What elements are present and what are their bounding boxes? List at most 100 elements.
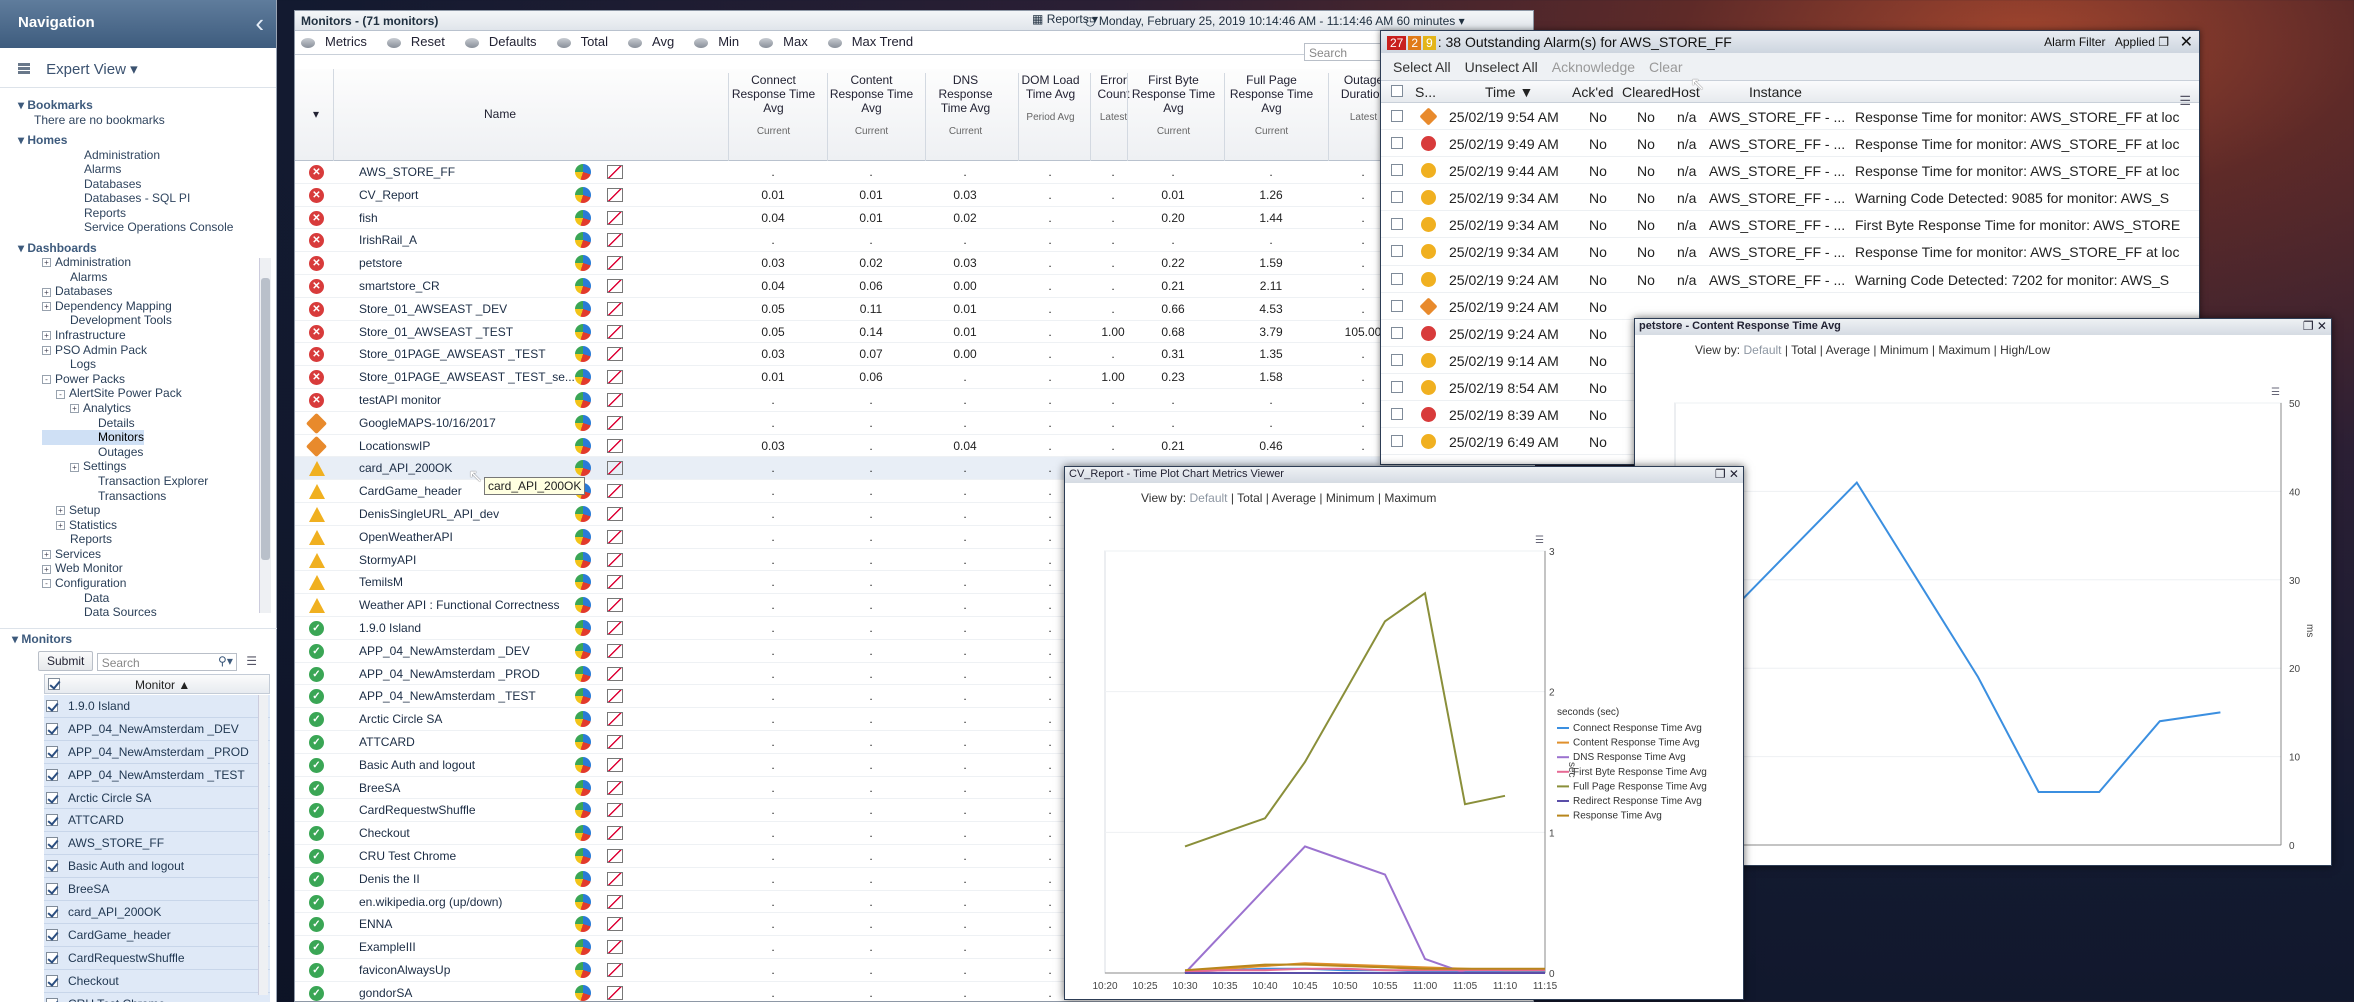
globe-icon[interactable] (575, 528, 591, 545)
tree-item[interactable]: + Dependency Mapping (42, 299, 276, 314)
monitor-checkbox[interactable] (46, 768, 58, 781)
alarm-row[interactable]: 25/02/19 9:24 AM No No n/a AWS_STORE_FF - ..… (1381, 266, 2199, 293)
monitor-name[interactable]: GoogleMAPS-10/16/2017 (359, 416, 496, 430)
alarm-select-all-checkbox[interactable] (1391, 85, 1403, 97)
monitor-list-item[interactable]: Basic Auth and logout (44, 855, 270, 879)
alarm-checkbox[interactable] (1391, 380, 1403, 393)
monitor-name[interactable]: Weather API : Functional Correctness (359, 598, 560, 612)
expand-toggle-icon[interactable]: + (42, 564, 51, 574)
alarm-filter-label[interactable]: Alarm Filter (2044, 35, 2105, 49)
tree-item[interactable]: Alarms (42, 270, 276, 285)
chart-icon[interactable] (607, 826, 623, 841)
monitor-checkbox[interactable] (46, 745, 58, 758)
submit-button[interactable]: Submit (38, 651, 94, 671)
alarm-options-icon[interactable]: ☰ (2179, 93, 2191, 109)
monitor-checkbox[interactable] (46, 928, 58, 941)
column-header-name[interactable]: Name (395, 107, 605, 121)
tree-item[interactable]: Logs (42, 357, 276, 372)
expand-toggle-icon[interactable]: + (42, 550, 51, 560)
alarm-select-all-button[interactable]: Select All (1393, 59, 1451, 75)
globe-icon[interactable] (575, 323, 591, 340)
monitor-name[interactable]: Store_01PAGE_AWSEAST _TEST_se... (359, 370, 575, 384)
monitor-list-item[interactable]: APP_04_NewAmsterdam _TEST (44, 763, 270, 787)
globe-icon[interactable] (575, 893, 591, 910)
chart-icon[interactable] (607, 370, 623, 385)
monitor-name[interactable]: ExampleIII (359, 940, 416, 954)
alarm-checkbox[interactable] (1391, 353, 1403, 366)
globe-icon[interactable] (575, 164, 591, 180)
table-row[interactable]: ✕ Store_01_AWSEAST _DEV 0.05 0.11 0.01.. 0.66… (295, 298, 1535, 321)
column-header[interactable]: First Byte Response Time Avg Current (1127, 73, 1219, 161)
homes-item[interactable]: Service Operations Console (84, 220, 276, 235)
globe-icon[interactable] (575, 984, 591, 1001)
monitor-name[interactable]: TemilsM (359, 575, 403, 589)
nav-scrollbar[interactable] (259, 258, 271, 613)
tree-item[interactable]: + Analytics (42, 401, 276, 416)
alarm-unselect-all-button[interactable]: Unselect All (1465, 59, 1538, 75)
alarm-checkbox[interactable] (1391, 326, 1403, 339)
select-all-checkbox[interactable] (48, 678, 60, 690)
monitor-name[interactable]: APP_04_NewAmsterdam _DEV (359, 644, 530, 658)
chart-icon[interactable] (607, 985, 623, 1000)
chart-icon[interactable] (607, 256, 623, 271)
monitor-checkbox[interactable] (46, 791, 58, 804)
monitor-name[interactable]: faviconAlwaysUp (359, 963, 450, 977)
toolbar-avg-button[interactable]: Avg (628, 34, 684, 49)
toolbar-min-button[interactable]: Min (694, 34, 749, 49)
table-row[interactable]: GoogleMAPS-10/16/2017......... (295, 412, 1535, 435)
chart-menu-icon[interactable]: ☰ (1535, 535, 1544, 546)
legend-entry[interactable]: Redirect Response Time Avg (1573, 796, 1702, 807)
chart-icon[interactable] (607, 598, 623, 613)
close-icon[interactable]: ❐ ✕ (2303, 319, 2327, 333)
chart-icon[interactable] (607, 962, 623, 977)
globe-icon[interactable] (575, 505, 591, 522)
monitor-name[interactable]: Store_01PAGE_AWSEAST _TEST (359, 347, 546, 361)
expand-toggle-icon[interactable]: + (70, 404, 79, 414)
globe-icon[interactable] (575, 642, 591, 659)
collapse-icon[interactable]: ‹ (255, 8, 264, 39)
monitor-list-item[interactable]: BreeSA (44, 878, 270, 902)
monitor-name[interactable]: testAPI monitor (359, 393, 441, 407)
alarm-row[interactable]: 25/02/19 9:49 AM No No n/a AWS_STORE_FF - ..… (1381, 130, 2199, 158)
chart-icon[interactable] (607, 278, 623, 293)
table-row[interactable]: ✕ Store_01_AWSEAST _TEST 0.05 0.14 0.01. 1.00… (295, 321, 1535, 344)
chart-icon[interactable] (607, 233, 623, 248)
chart-icon[interactable] (607, 620, 623, 635)
alarm-acknowledge-button[interactable]: Acknowledge (1552, 59, 1635, 75)
monitor-name[interactable]: OpenWeatherAPI (359, 530, 453, 544)
tree-item[interactable]: + PSO Admin Pack (42, 343, 276, 358)
monitors-section-heading[interactable]: ▾ Monitors (0, 628, 277, 648)
chart-icon[interactable] (607, 165, 623, 179)
monitor-name[interactable]: Store_01_AWSEAST _TEST (359, 325, 513, 339)
monitor-name[interactable]: CV_Report (359, 188, 418, 202)
monitor-search-input[interactable]: Search (96, 652, 237, 671)
table-row[interactable]: ✕AWS_STORE_FF......... (295, 161, 1535, 184)
toolbar-defaults-button[interactable]: Defaults (464, 34, 547, 49)
globe-icon[interactable] (575, 733, 591, 750)
monitor-name[interactable]: ATTCARD (359, 735, 415, 749)
monitor-list-item[interactable]: APP_04_NewAmsterdam _DEV (44, 717, 270, 741)
chart-icon[interactable] (607, 917, 623, 932)
monitor-name[interactable]: petstore (359, 256, 402, 270)
monitor-name[interactable]: Store_01_AWSEAST _DEV (359, 302, 507, 316)
table-row[interactable]: ✕testAPI monitor......... (295, 389, 1535, 412)
globe-icon[interactable] (575, 711, 591, 728)
chart-icon[interactable] (607, 803, 623, 818)
alarm-row[interactable]: 25/02/19 9:44 AM No No n/a AWS_STORE_FF - ..… (1381, 157, 2199, 185)
alarm-column-header[interactable]: Time ▼ (1485, 84, 1533, 100)
alarm-checkbox[interactable] (1391, 245, 1403, 258)
toolbar-reset-button[interactable]: Reset (386, 34, 455, 49)
monitor-list-item[interactable]: Arctic Circle SA (44, 786, 270, 810)
monitor-name[interactable]: AWS_STORE_FF (359, 165, 455, 179)
monitor-name[interactable]: 1.9.0 Island (359, 621, 421, 635)
monitor-checkbox[interactable] (46, 700, 58, 712)
alarm-column-header[interactable]: Instance (1749, 84, 1802, 100)
globe-icon[interactable] (575, 209, 591, 226)
globe-icon[interactable] (575, 255, 591, 272)
chart-icon[interactable] (607, 871, 623, 886)
expand-toggle-icon[interactable]: + (42, 258, 51, 268)
globe-icon[interactable] (575, 232, 591, 249)
homes-item[interactable]: Alarms (84, 162, 276, 177)
table-row[interactable]: LocationswIP0.03.0.04..0.210.46.. (295, 435, 1535, 458)
monitor-list-item[interactable]: CardGame_header (44, 923, 270, 947)
